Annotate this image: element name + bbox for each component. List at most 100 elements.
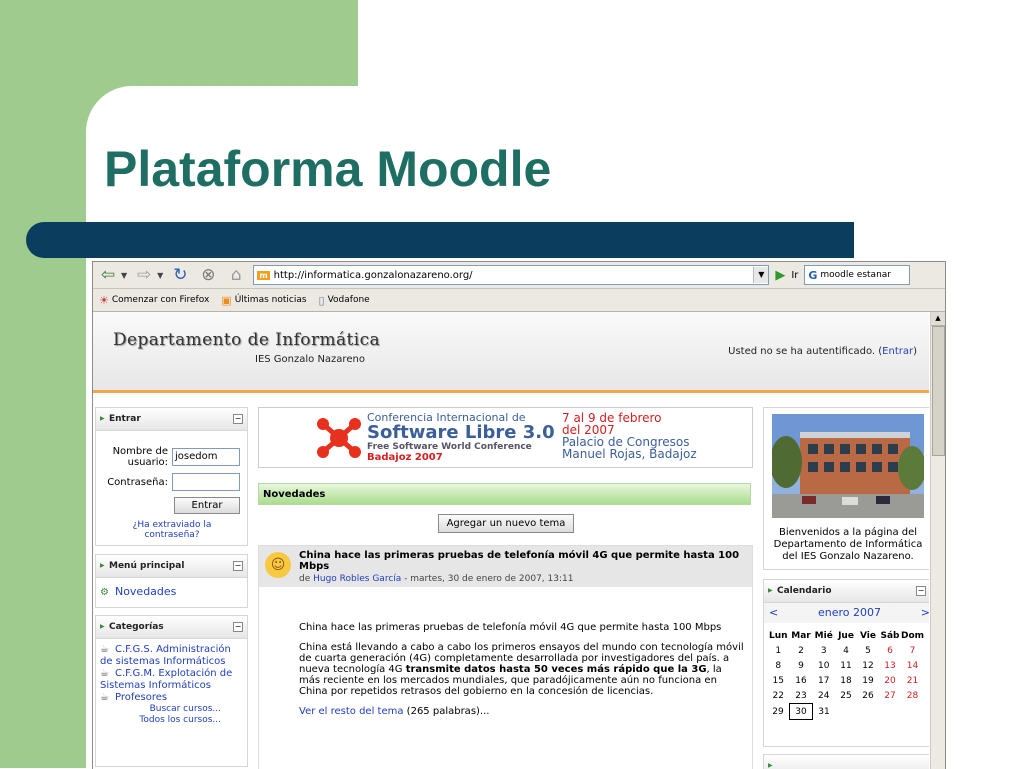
browser-toolbar: ⇦ ▼ ⇨ ▼ ↻ ⊗ ⌂ m http://informatica.gonza… <box>93 262 945 289</box>
password-field[interactable] <box>172 473 240 491</box>
calendar-day[interactable]: 27 <box>879 688 901 704</box>
calendar-day[interactable]: 9 <box>790 658 813 673</box>
calendar-day[interactable]: 22 <box>767 688 790 704</box>
calendar-day[interactable]: 6 <box>879 643 901 658</box>
search-courses-link[interactable]: Buscar cursos... <box>100 704 243 715</box>
login-link[interactable]: Entrar <box>882 346 913 357</box>
go-button[interactable]: Ir <box>791 270 798 281</box>
post-paragraph: China hace las primeras pruebas de telef… <box>299 622 722 633</box>
calendar-day[interactable]: 25 <box>835 688 857 704</box>
firefox-icon: ☀ <box>99 293 109 307</box>
scroll-up-icon[interactable]: ▲ <box>931 312 945 326</box>
forgot-password-link[interactable]: ¿Ha extraviado la contraseña? <box>110 520 234 540</box>
reload-icon[interactable]: ↻ <box>169 265 191 285</box>
collapse-icon[interactable]: − <box>233 622 243 632</box>
username-field[interactable]: josedom <box>172 448 240 466</box>
next-block-stub <box>763 754 929 769</box>
calendar-day[interactable]: 7 <box>901 643 924 658</box>
search-value[interactable]: moodle estanar <box>820 270 891 280</box>
calendar-day[interactable]: 31 <box>813 704 836 720</box>
post-meta: de Hugo Robles García - martes, 30 de en… <box>299 574 574 584</box>
conference-banner[interactable]: Conferencia Internacional de Software Li… <box>258 407 753 468</box>
banner-line4: Badajoz 2007 <box>367 452 443 463</box>
collapse-icon[interactable]: − <box>916 586 926 596</box>
read-more-link[interactable]: Ver el resto del tema <box>299 706 404 717</box>
go-arrow-icon[interactable]: ▶ <box>775 268 785 283</box>
calendar-day[interactable]: 29 <box>767 704 790 720</box>
calendar-day[interactable]: 24 <box>813 688 836 704</box>
add-topic-button[interactable]: Agregar un nuevo tema <box>438 514 574 533</box>
category-icon: ☕ <box>100 668 109 679</box>
forward-arrow-icon[interactable]: ⇨ <box>133 265 155 285</box>
bookmark-firefox[interactable]: ☀ Comenzar con Firefox <box>99 294 209 307</box>
calendar-day[interactable]: 21 <box>901 673 924 688</box>
calendar-day[interactable]: 1 <box>767 643 790 658</box>
calendar-day[interactable]: 15 <box>767 673 790 688</box>
page-scrollbar[interactable]: ▲ <box>930 312 945 769</box>
read-more-row: Ver el resto del tema (265 palabras)... <box>299 706 490 717</box>
prev-month-button[interactable]: < <box>769 603 778 623</box>
menu-item-novedades[interactable]: ⚙ Novedades <box>100 585 247 598</box>
calendar-day[interactable]: 16 <box>790 673 813 688</box>
calendar-nav: < enero 2007 > <box>764 603 929 623</box>
calendar-day[interactable]: 30 <box>789 703 813 720</box>
weekday: Dom <box>901 631 925 641</box>
post-subject[interactable]: China hace las primeras pruebas de telef… <box>299 550 749 572</box>
category-item[interactable]: ☕ C.F.G.S. Administración de sistemas Inf… <box>100 644 243 668</box>
calendar-day[interactable]: 8 <box>767 658 790 673</box>
calendar-day[interactable]: 17 <box>813 673 836 688</box>
login-block-header: Entrar− <box>96 408 247 431</box>
calendar-day[interactable]: 12 <box>857 658 879 673</box>
calendar-week: 29 30 31 <box>767 703 924 720</box>
calendar-day[interactable]: 13 <box>879 658 901 673</box>
post-author-link[interactable]: Hugo Robles García <box>313 574 401 584</box>
category-item[interactable]: ☕ Profesores <box>100 692 243 704</box>
calendar-week: 8 9 10 11 12 13 14 <box>767 658 924 673</box>
calendar-day[interactable]: 3 <box>813 643 836 658</box>
category-item[interactable]: ☕ C.F.G.M. Explotación de Sistemas Inform… <box>100 668 243 692</box>
back-arrow-icon[interactable]: ⇦ <box>97 265 119 285</box>
categories-header: Categorías− <box>96 616 247 639</box>
calendar-day[interactable]: 28 <box>901 688 924 704</box>
calendar-week: 15 16 17 18 19 20 21 <box>767 673 924 688</box>
calendar-day[interactable]: 18 <box>835 673 857 688</box>
username-label: Nombre de usuario: <box>112 446 168 468</box>
next-month-button[interactable]: > <box>921 603 929 623</box>
search-input[interactable]: G moodle estanar <box>804 265 911 285</box>
calendar-day[interactable]: 23 <box>790 688 813 704</box>
department-title: Departamento de Informática <box>113 330 381 350</box>
back-dropdown-icon[interactable]: ▼ <box>121 271 127 280</box>
calendar-day[interactable]: 19 <box>857 673 879 688</box>
all-courses-link[interactable]: Todos los cursos... <box>100 715 243 726</box>
bookmark-news[interactable]: ▣ Últimas noticias <box>221 294 306 307</box>
forward-dropdown-icon[interactable]: ▼ <box>157 271 163 280</box>
home-icon[interactable]: ⌂ <box>225 265 247 285</box>
login-block: Entrar− Nombre de usuario: josedom Contr… <box>95 407 248 546</box>
forum-icon: ⚙ <box>100 587 109 598</box>
login-button[interactable]: Entrar <box>174 497 240 514</box>
rss-icon: ▣ <box>221 293 232 307</box>
collapse-icon[interactable]: − <box>233 561 243 571</box>
news-header: Novedades <box>258 483 751 505</box>
address-url[interactable]: http://informatica.gonzalonazareno.org/ <box>274 270 754 281</box>
calendar-day[interactable]: 5 <box>857 643 879 658</box>
address-dropdown-icon[interactable]: ▼ <box>753 267 769 283</box>
calendar-day[interactable]: 2 <box>790 643 813 658</box>
calendar-day <box>835 704 857 720</box>
calendar-day[interactable]: 20 <box>879 673 901 688</box>
stop-icon[interactable]: ⊗ <box>197 265 219 285</box>
calendar-day[interactable]: 26 <box>857 688 879 704</box>
calendar-day[interactable]: 10 <box>813 658 836 673</box>
banner-place2: Manuel Rojas, Badajoz <box>562 447 697 461</box>
main-menu-block: Menú principal− ⚙Novedades <box>95 554 248 608</box>
collapse-icon[interactable]: − <box>233 414 243 424</box>
calendar-day[interactable]: 14 <box>901 658 924 673</box>
address-bar[interactable]: m http://informatica.gonzalonazareno.org… <box>253 265 770 285</box>
category-icon: ☕ <box>100 692 109 703</box>
calendar-week: 1234567 <box>767 643 924 658</box>
calendar-day[interactable]: 11 <box>835 658 857 673</box>
bookmark-vodafone[interactable]: ▯ Vodafone <box>319 294 370 307</box>
calendar-month[interactable]: enero 2007 <box>818 603 881 623</box>
calendar-day[interactable]: 4 <box>835 643 857 658</box>
scroll-thumb[interactable] <box>932 326 945 456</box>
